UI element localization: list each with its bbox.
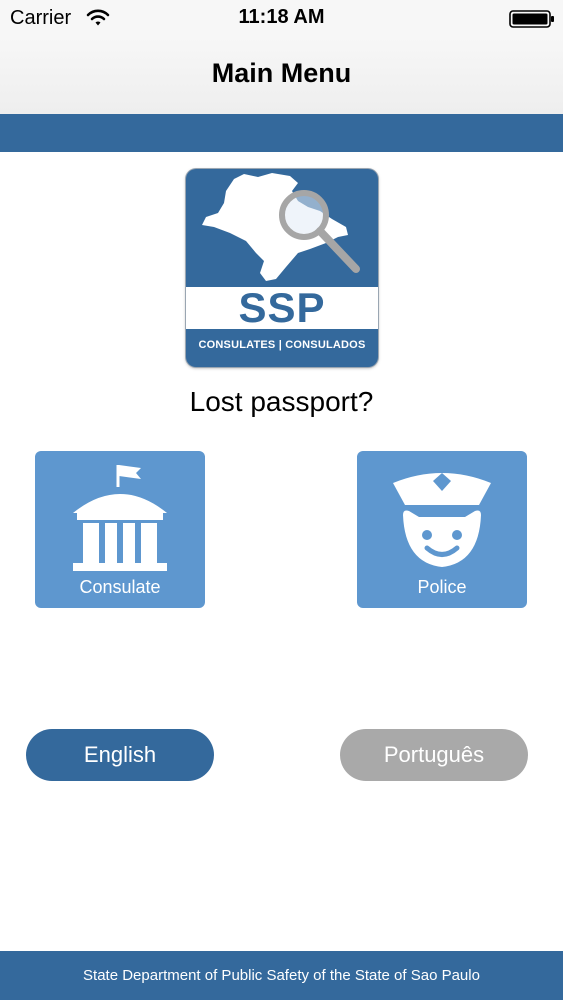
footer: State Department of Public Safety of the… (0, 951, 563, 1000)
building-flag-icon (73, 465, 167, 571)
logo-brand-text: SSP (238, 284, 326, 331)
status-time: 11:18 AM (238, 6, 325, 28)
lost-passport-question: Lost passport? (189, 386, 374, 417)
ssp-logo: SSP CONSULATES | CONSULADOS (186, 169, 378, 367)
police-button[interactable]: Police (357, 451, 527, 608)
portugues-button[interactable]: Português (340, 729, 528, 781)
status-bar: Carrier 11:18 AM (0, 0, 563, 38)
english-button[interactable]: English (26, 729, 214, 781)
footer-text: State Department of Public Safety of the… (83, 967, 480, 984)
logo-subtitle: CONSULATES | CONSULADOS (198, 339, 366, 351)
app-screen: Carrier 11:18 AM Main Menu SSP CONSULATE… (0, 0, 563, 1000)
page-title: Main Menu (211, 58, 352, 88)
consulate-label: Consulate (79, 577, 161, 597)
police-label: Police (417, 577, 467, 597)
header-band (0, 114, 563, 152)
police-officer-icon (393, 473, 491, 567)
navigation-bar: Main Menu (0, 38, 563, 115)
magnifier-icon (279, 190, 360, 273)
battery-icon (509, 10, 554, 28)
consulate-button[interactable]: Consulate (35, 451, 205, 608)
